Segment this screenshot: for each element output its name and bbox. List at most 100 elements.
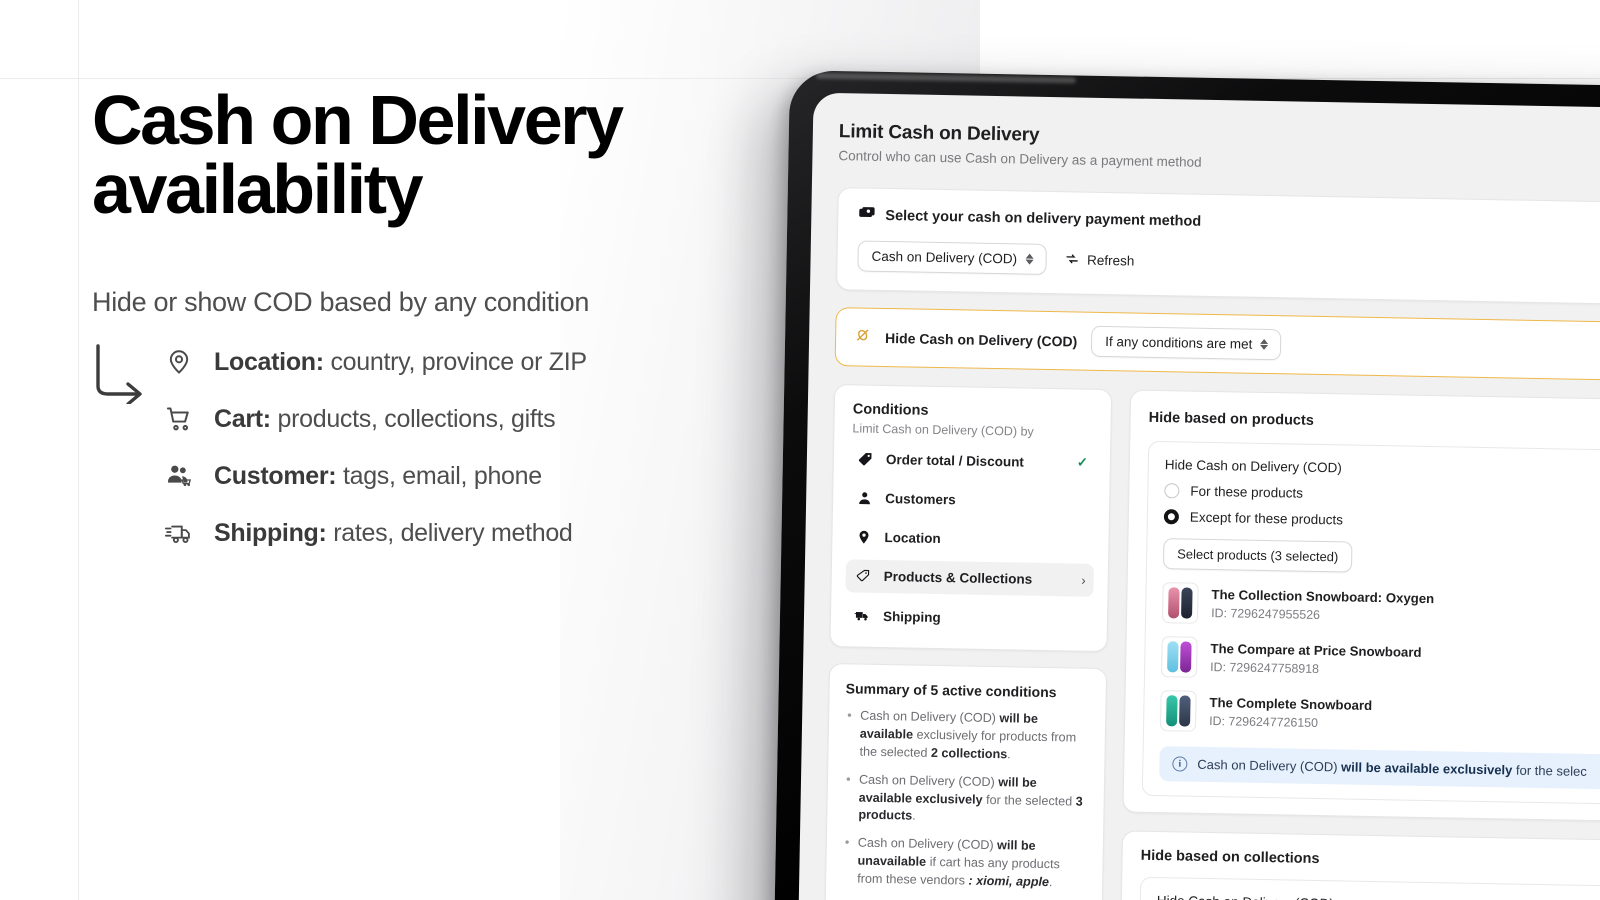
product-info: The Compare at Price Snowboard ID: 72962… (1210, 641, 1422, 677)
info-circle-icon: i (1172, 756, 1188, 772)
collections-panel-header: Hide based on collections (1141, 848, 1600, 874)
hide-condition-bar: Hide Cash on Delivery (COD) If any condi… (834, 307, 1600, 383)
right-column: Hide based on products Hide Cash on Deli… (1118, 389, 1600, 900)
product-id: ID: 7296247726150 (1209, 713, 1319, 730)
summary-bullet: Cash on Delivery (COD) will be unavailab… (842, 835, 1087, 893)
product-id: ID: 7296247955526 (1211, 605, 1321, 622)
products-panel-inner: Hide Cash on Delivery (COD) For these pr… (1141, 440, 1600, 806)
product-name: The Compare at Price Snowboard (1210, 641, 1422, 661)
refresh-label: Refresh (1086, 252, 1135, 269)
feature-list-wrap: Location: country, province or ZIP Cart:… (92, 334, 732, 562)
feature-item-shipping: Shipping: rates, delivery method (162, 505, 732, 562)
hide-condition-label: Hide Cash on Delivery (COD) (884, 329, 1078, 350)
product-row: The Compare at Price Snowboard ID: 72962… (1160, 636, 1600, 686)
products-info-banner: i Cash on Delivery (COD) will be availab… (1159, 746, 1600, 791)
products-inner-label: Hide Cash on Delivery (COD) (1164, 457, 1343, 476)
radio-button (1164, 483, 1180, 499)
payment-method-heading: Select your cash on delivery payment met… (885, 207, 1202, 230)
condition-item-shipping[interactable]: Shipping (845, 598, 1094, 637)
condition-mode-select[interactable]: If any conditions are met (1090, 325, 1282, 361)
select-products-button[interactable]: Select products (3 selected) (1162, 538, 1353, 573)
payment-method-select-value: Cash on Delivery (COD) (871, 248, 1018, 267)
payment-method-row: Cash on Delivery (COD) Refresh (857, 240, 1600, 286)
refresh-icon (1064, 251, 1079, 269)
condition-item-products-collections[interactable]: Products & Collections › (845, 559, 1095, 597)
product-row: The Complete Snowboard ID: 7296247726150 (1159, 690, 1600, 740)
radio-for-these-products[interactable]: For these products (1164, 483, 1600, 507)
product-id: ID: 7296247758918 (1210, 659, 1320, 676)
feature-item-label: Shipping: rates, delivery method (214, 518, 573, 547)
radio-label: Except for these products (1189, 509, 1344, 528)
price-tag-icon (856, 451, 874, 466)
customers-icon (162, 459, 196, 493)
location-pin-icon (162, 345, 196, 379)
collections-panel-inner: Hide Cash on Delivery (COD) For these co… (1137, 876, 1600, 900)
radio-except-these-products[interactable]: Except for these products (1163, 509, 1600, 533)
condition-item-order-total[interactable]: Order total / Discount ✓ (848, 441, 1097, 480)
check-icon: ✓ (1076, 454, 1089, 470)
payment-method-card: Select your cash on delivery payment met… (835, 187, 1600, 307)
delivery-truck-icon (162, 516, 196, 550)
payment-method-heading-row: Select your cash on delivery payment met… (858, 204, 1600, 241)
chevron-updown-icon (1025, 252, 1034, 267)
summary-title: Summary of 5 active conditions (845, 680, 1057, 701)
conditions-title: Conditions (852, 401, 929, 419)
product-thumbnail (1159, 690, 1197, 732)
condition-item-label: Shipping (882, 608, 941, 625)
feature-item-cart: Cart: products, collections, gifts (162, 391, 732, 448)
condition-mode-value: If any conditions are met (1105, 334, 1253, 352)
hero-copy: Cash on Delivery availability Hide or sh… (92, 81, 732, 562)
hide-eye-slash-icon (854, 326, 871, 348)
product-name: The Complete Snowboard (1209, 695, 1373, 714)
screenshot-stage: Cash on Delivery availability Hide or sh… (0, 0, 1600, 900)
products-panel: Hide based on products Hide Cash on Deli… (1122, 389, 1600, 824)
products-panel-header: Hide based on products (1149, 407, 1600, 438)
app-window: Limit Cash on Delivery Control who can u… (798, 93, 1600, 900)
radio-button-selected (1163, 509, 1180, 525)
feature-list: Location: country, province or ZIP Cart:… (162, 334, 732, 562)
cash-bill-icon (858, 204, 875, 226)
curved-arrow-icon (96, 343, 142, 404)
radio-label: For these products (1190, 483, 1304, 501)
collections-panel-title: Hide based on collections (1140, 847, 1320, 868)
payment-method-select[interactable]: Cash on Delivery (COD) (857, 240, 1047, 275)
main-columns: Conditions Limit Cash on Delivery (COD) … (822, 384, 1600, 900)
chevron-right-icon: › (1081, 572, 1086, 588)
condition-item-label: Order total / Discount (885, 451, 1025, 470)
feature-item-location: Location: country, province or ZIP (162, 334, 732, 391)
conditions-card: Conditions Limit Cash on Delivery (COD) … (829, 384, 1113, 653)
feature-item-label: Customer: tags, email, phone (214, 461, 542, 490)
product-info: The Collection Snowboard: Oxygen ID: 729… (1211, 587, 1434, 624)
tablet-device-mockup: Limit Cash on Delivery Control who can u… (773, 70, 1600, 900)
feature-item-customer: Customer: tags, email, phone (162, 448, 732, 505)
summary-list: Cash on Delivery (COD) will be available… (842, 707, 1089, 892)
app-header: Limit Cash on Delivery Control who can u… (838, 121, 1600, 179)
left-column: Conditions Limit Cash on Delivery (COD) … (824, 384, 1113, 900)
page-title: Cash on Delivery availability (92, 81, 624, 229)
condition-item-customers[interactable]: Customers (847, 481, 1096, 519)
condition-item-label: Products & Collections (883, 569, 1033, 587)
condition-item-location[interactable]: Location (846, 520, 1095, 558)
tablet-screen: Limit Cash on Delivery Control who can u… (797, 92, 1600, 900)
bezel-highlight (815, 72, 1076, 84)
refresh-button[interactable]: Refresh (1064, 251, 1135, 270)
truck-icon (853, 607, 871, 623)
product-info: The Complete Snowboard ID: 7296247726150 (1209, 695, 1372, 730)
condition-item-label: Customers (885, 491, 956, 508)
map-pin-icon (854, 529, 872, 544)
collections-panel: Hide based on collections Hide Cash on D… (1118, 830, 1600, 900)
product-thumbnail (1160, 636, 1198, 678)
conditions-subtitle: Limit Cash on Delivery (COD) by (852, 421, 1034, 439)
layout-grid-vertical-line (78, 0, 79, 900)
product-thumbnail (1161, 582, 1199, 624)
summary-bullet: Cash on Delivery (COD) will be available… (843, 771, 1088, 829)
summary-card: Summary of 5 active conditions Cash on D… (824, 663, 1108, 900)
hero-subhead: Hide or show COD based by any condition (92, 286, 590, 317)
shopping-cart-icon (162, 402, 196, 436)
summary-bullet: Cash on Delivery (COD) will be available… (844, 707, 1089, 765)
products-collections-icon (854, 568, 872, 583)
chevron-updown-icon (1260, 337, 1269, 352)
product-row: The Collection Snowboard: Oxygen ID: 729… (1161, 582, 1600, 632)
product-name: The Collection Snowboard: Oxygen (1211, 587, 1435, 607)
feature-item-label: Cart: products, collections, gifts (214, 404, 556, 433)
